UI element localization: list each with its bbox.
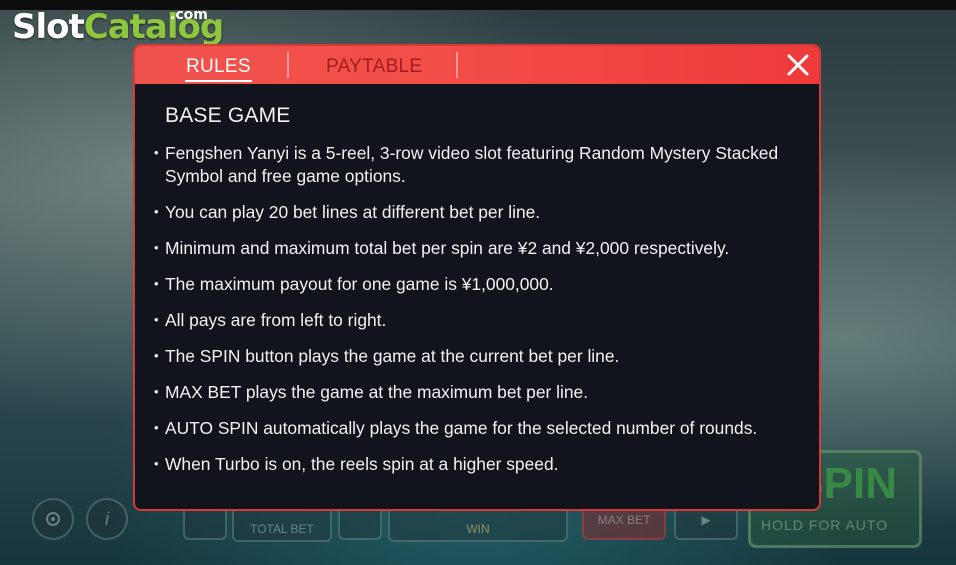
rules-content: BASE GAME • Fengshen Yanyi is a 5-reel, 3… (153, 104, 793, 489)
total-bet-display: TOTAL BET (232, 506, 332, 542)
active-tab-underline (185, 80, 252, 82)
section-title: BASE GAME (165, 104, 291, 127)
turbo-icon: ▶ (701, 513, 711, 527)
bullet-icon: • (154, 145, 159, 160)
rule-text: The maximum payout for one game is ¥1,00… (165, 274, 554, 294)
list-item: • All pays are from left to right. (153, 309, 793, 332)
rule-text: Minimum and maximum total bet per spin a… (165, 238, 730, 258)
info-button[interactable]: i (86, 498, 128, 540)
bullet-icon: • (154, 204, 159, 219)
tab-paytable[interactable]: PAYTABLE (326, 56, 422, 78)
dialog-header: RULES PAYTABLE (135, 46, 819, 84)
tab-rules-label: RULES (186, 56, 251, 77)
list-item: • You can play 20 bet lines at different … (153, 201, 793, 224)
bullet-icon: • (154, 420, 159, 435)
bullet-icon: • (154, 456, 159, 471)
list-item: • Fengshen Yanyi is a 5-reel, 3-row video… (153, 142, 793, 188)
tab-divider (456, 52, 458, 78)
list-item: • When Turbo is on, the reels spin at a h… (153, 453, 793, 476)
slotcatalog-logo: SlotCatalog .com (12, 7, 224, 47)
bullet-icon: • (154, 240, 159, 255)
rule-text: When Turbo is on, the reels spin at a hi… (165, 454, 559, 474)
win-label: WIN (466, 522, 490, 536)
rules-list: • Fengshen Yanyi is a 5-reel, 3-row video… (153, 142, 793, 476)
tab-paytable-label: PAYTABLE (326, 56, 423, 77)
close-icon (787, 54, 809, 76)
game-screen: SlotCatalog .com i TOTAL BET WIN MAX BET… (0, 0, 956, 565)
bullet-icon: • (154, 348, 159, 363)
rule-text: AUTO SPIN automatically plays the game f… (165, 418, 758, 438)
info-icon: i (105, 508, 109, 529)
close-button[interactable] (785, 52, 811, 78)
bullet-icon: • (154, 384, 159, 399)
list-item: • AUTO SPIN automatically plays the game … (153, 417, 793, 440)
logo-com: .com (170, 7, 208, 23)
rule-text: MAX BET plays the game at the maximum be… (165, 382, 589, 402)
bullet-icon: • (154, 276, 159, 291)
total-bet-label: TOTAL BET (250, 522, 314, 536)
logo-slot: Slot (12, 7, 85, 47)
hold-for-auto-label: HOLD FOR AUTO (761, 517, 889, 533)
rules-dialog: RULES PAYTABLE BASE GAME • Fengshen Yanyi… (133, 44, 821, 511)
list-item: • Minimum and maximum total bet per spin … (153, 237, 793, 260)
gear-icon (46, 512, 60, 526)
max-bet-label: MAX BET (597, 513, 651, 527)
list-item: • The maximum payout for one game is ¥1,0… (153, 273, 793, 296)
bullet-icon: • (154, 312, 159, 327)
rule-text: The SPIN button plays the game at the cu… (165, 346, 620, 366)
win-display: WIN (388, 506, 568, 542)
tab-divider (287, 52, 289, 78)
rule-text: You can play 20 bet lines at different b… (165, 202, 541, 222)
list-item: • The SPIN button plays the game at the c… (153, 345, 793, 368)
list-item: • MAX BET plays the game at the maximum b… (153, 381, 793, 404)
rule-text: Fengshen Yanyi is a 5-reel, 3-row video … (165, 143, 779, 186)
rule-text: All pays are from left to right. (165, 310, 387, 330)
tab-rules[interactable]: RULES (185, 56, 252, 82)
settings-button[interactable] (32, 498, 74, 540)
